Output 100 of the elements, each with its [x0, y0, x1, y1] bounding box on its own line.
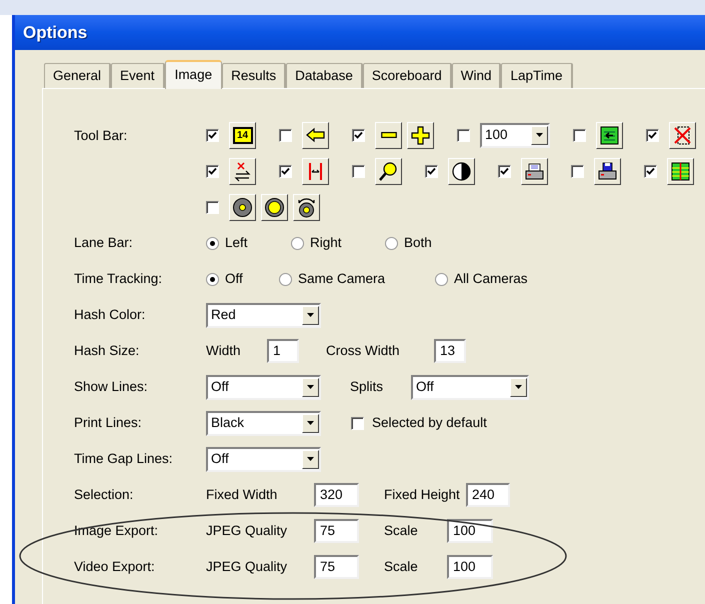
tab[interactable]: LapTime	[501, 63, 572, 88]
toolbar-button[interactable]	[669, 122, 696, 148]
field-label: Time Tracking:	[74, 270, 164, 288]
dropdown-value: Black	[211, 414, 244, 432]
field-caption: Fixed Height	[384, 486, 461, 504]
checkbox[interactable]	[206, 164, 219, 178]
toolbar-button[interactable]	[229, 194, 256, 220]
input-field[interactable]: 320	[314, 483, 359, 507]
dropdown[interactable]: 100	[480, 122, 550, 148]
toolbar-button[interactable]	[407, 122, 434, 148]
dropdown[interactable]: Off	[206, 446, 321, 472]
toolbar-button[interactable]: 14	[229, 122, 256, 148]
checkbox[interactable]	[206, 128, 219, 142]
checkbox[interactable]	[646, 128, 659, 142]
tab[interactable]: Results	[222, 63, 286, 88]
input-field[interactable]: 100	[447, 519, 493, 543]
ring-icon	[264, 196, 285, 218]
tab[interactable]: Database	[286, 63, 363, 88]
field-caption: JPEG Quality	[206, 522, 288, 540]
toolbar-button[interactable]	[594, 158, 621, 184]
field-label: Time Gap Lines:	[74, 450, 174, 468]
minus-icon	[380, 132, 396, 138]
checkbox[interactable]	[498, 164, 511, 178]
dropdown[interactable]: Red	[206, 302, 321, 328]
toolbar-button[interactable]	[448, 158, 475, 184]
input-field[interactable]: 75	[314, 519, 359, 543]
dropdown[interactable]: Off	[206, 374, 321, 400]
crossed-box-icon	[672, 124, 693, 146]
tab[interactable]: General	[44, 63, 112, 88]
toolbar-button[interactable]	[521, 158, 548, 184]
disc-icon	[232, 196, 253, 218]
checkbox[interactable]	[352, 164, 365, 178]
checkbox[interactable]	[352, 128, 365, 142]
field-caption: Cross Width	[326, 342, 401, 360]
field-label: Print Lines:	[74, 414, 143, 432]
dropdown[interactable]: Off	[411, 374, 529, 400]
dropdown-value: Off	[211, 450, 229, 468]
toolbar-button[interactable]	[261, 194, 288, 220]
checkbox[interactable]	[425, 164, 438, 178]
checkbox[interactable]	[571, 164, 584, 178]
checkbox[interactable]	[457, 128, 470, 142]
swap-arrows-icon	[232, 160, 253, 182]
plus-icon	[410, 124, 431, 146]
field-caption: Width	[206, 342, 242, 360]
checkbox[interactable]	[644, 164, 657, 178]
input-field[interactable]: 75	[314, 555, 359, 579]
tab[interactable]: Event	[111, 63, 165, 88]
window-title: Options	[23, 22, 88, 44]
field-caption: Fixed Width	[206, 486, 278, 504]
toolbar-button[interactable]	[596, 122, 623, 148]
toolbar-button[interactable]	[302, 122, 329, 148]
toolbar-button[interactable]	[293, 194, 320, 220]
field-label: Tool Bar:	[74, 127, 128, 145]
tab[interactable]: Scoreboard	[362, 63, 452, 88]
checkbox[interactable]	[279, 128, 292, 142]
printer-disk-icon	[597, 160, 618, 182]
search-icon	[378, 160, 399, 182]
tab[interactable]: Image	[164, 60, 222, 89]
rotate-disc-icon	[296, 196, 317, 218]
checkbox[interactable]	[206, 200, 219, 214]
field-caption: JPEG Quality	[206, 558, 288, 576]
grid-icon	[670, 160, 691, 182]
field-label: Show Lines:	[74, 378, 149, 396]
field-caption: Scale	[384, 558, 419, 576]
dropdown-value: Off	[211, 378, 229, 396]
radio-option[interactable]: Both	[385, 232, 432, 254]
input-field[interactable]: 100	[447, 555, 493, 579]
printer-icon	[524, 160, 545, 182]
toolbar-button[interactable]	[229, 158, 256, 184]
toolbar-button[interactable]	[375, 122, 402, 148]
field-label: Lane Bar:	[74, 234, 134, 252]
radio-option[interactable]: Right	[291, 232, 385, 254]
arrow-in-box-icon	[599, 124, 620, 146]
radio-option[interactable]: All Cameras	[435, 268, 528, 290]
dropdown-value: 100	[485, 126, 508, 144]
toolbar-button[interactable]	[302, 158, 329, 184]
field-label: Video Export:	[74, 558, 156, 576]
radio-option[interactable]: Same Camera	[279, 268, 435, 290]
input-field[interactable]: 240	[466, 483, 510, 507]
radio-option[interactable]: Off	[206, 268, 279, 290]
toolbar-button[interactable]	[375, 158, 402, 184]
radio-option[interactable]: Left	[206, 232, 291, 254]
dropdown-value: Off	[416, 378, 434, 396]
checkbox[interactable]	[573, 128, 586, 142]
input-field[interactable]: 13	[434, 339, 466, 363]
field-caption: Splits	[350, 378, 384, 396]
field-label: Hash Color:	[74, 306, 146, 324]
checkbox-label: Selected by default	[372, 414, 487, 432]
field-label: Hash Size:	[74, 342, 140, 360]
checkbox[interactable]	[351, 416, 364, 430]
tab[interactable]: Wind	[452, 63, 502, 88]
input-field[interactable]: 1	[267, 339, 299, 363]
toolbar-button[interactable]	[667, 158, 694, 184]
dropdown[interactable]: Black	[206, 410, 321, 436]
checkbox[interactable]	[279, 164, 292, 178]
dropdown-value: Red	[211, 306, 236, 324]
number-badge: 14	[232, 126, 252, 144]
half-circle-icon	[451, 160, 472, 182]
field-label: Selection:	[74, 486, 134, 504]
field-caption: Scale	[384, 522, 419, 540]
